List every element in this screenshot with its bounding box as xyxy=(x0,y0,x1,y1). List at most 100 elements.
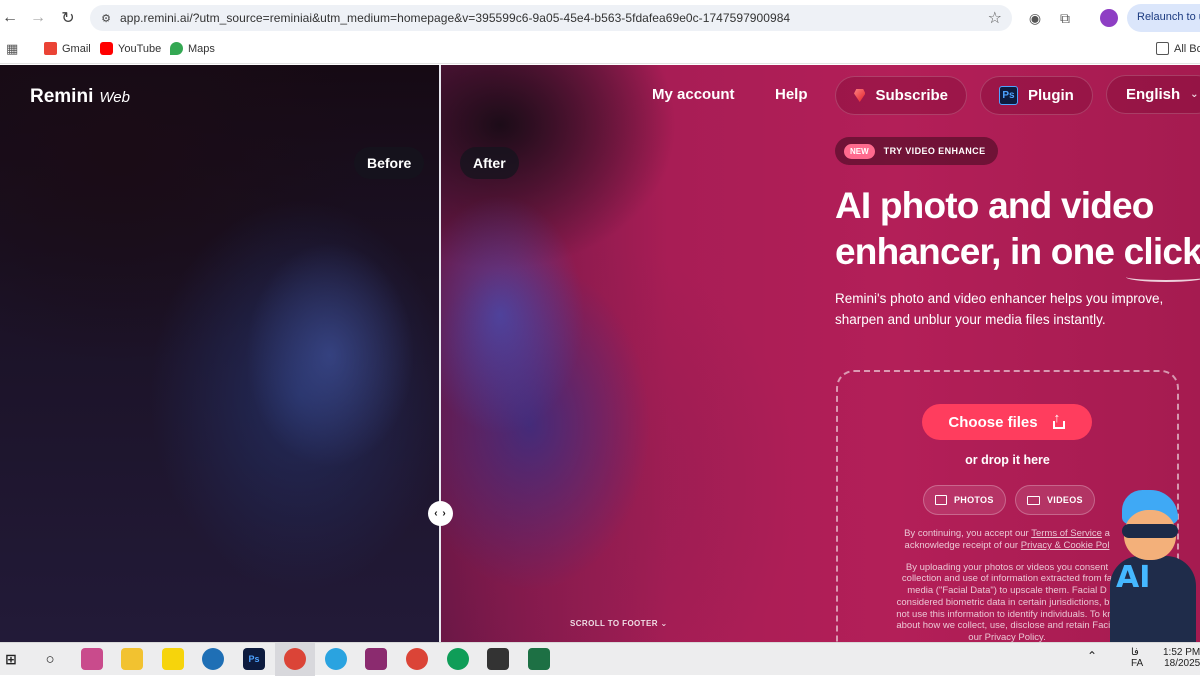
photos-button[interactable]: PHOTOS xyxy=(923,485,1006,515)
after-label: After xyxy=(460,147,519,179)
paint-icon[interactable] xyxy=(81,648,103,670)
scroll-footer-label: SCROLL TO FOOTER xyxy=(570,619,658,628)
legal-line: about how we collect, use, disclose and … xyxy=(896,620,1118,631)
videos-label: VIDEOS xyxy=(1047,495,1083,505)
forward-icon[interactable]: → xyxy=(28,8,48,28)
hero-subcopy: Remini's photo and video enhancer helps … xyxy=(835,291,1164,327)
choose-files-button[interactable]: Choose files xyxy=(922,404,1092,440)
vpn-icon[interactable] xyxy=(202,648,224,670)
gmail-icon xyxy=(44,42,57,55)
clock-time: 1:52 PM xyxy=(1163,647,1200,658)
legal-text: acknowledge receipt of our xyxy=(904,540,1021,551)
winrar-icon[interactable] xyxy=(365,648,387,670)
browser-toolbar: ← → ↻ ⚙ app.remini.ai/?utm_source=remini… xyxy=(0,0,1200,36)
scroll-to-footer-link[interactable]: SCROLL TO FOOTER ⌄ xyxy=(570,619,668,628)
legal-line: media ("Facial Data") to upscale them. F… xyxy=(907,585,1107,596)
url-text[interactable]: app.remini.ai/?utm_source=reminiai&utm_m… xyxy=(120,11,790,25)
player-icon[interactable] xyxy=(162,648,184,670)
folder-icon xyxy=(1156,42,1169,55)
chrome-icon[interactable] xyxy=(447,648,469,670)
videos-button[interactable]: VIDEOS xyxy=(1015,485,1095,515)
bookmark-label: Maps xyxy=(188,42,215,55)
remini-logo[interactable]: Remini Web xyxy=(30,86,130,108)
telegram-icon[interactable] xyxy=(325,648,347,670)
tray-chevron-up-icon[interactable]: ⌃ xyxy=(1087,649,1097,663)
legal-line: acknowledge receipt of our Privacy & Coo… xyxy=(862,540,1152,552)
legal-text: By continuing, you accept our xyxy=(904,528,1032,539)
reload-icon[interactable]: ↻ xyxy=(58,8,78,28)
photoshop-icon: Ps xyxy=(999,86,1018,105)
upload-icon xyxy=(1052,410,1066,429)
image-icon xyxy=(935,495,947,505)
bookmark-youtube[interactable]: YouTube xyxy=(100,42,161,55)
headline-line-2: enhancer, in one click xyxy=(835,231,1200,272)
bookmarks-bar: ▦ Gmail YouTube Maps All Bo xyxy=(0,36,1200,64)
camera-icon[interactable]: ◉ xyxy=(1025,8,1045,28)
youtube-icon xyxy=(100,42,113,55)
mascot-ai-text: AI xyxy=(1116,560,1151,595)
chevron-down-icon: ⌄ xyxy=(1190,89,1199,100)
video-enhance-badge[interactable]: NEW TRY VIDEO ENHANCE xyxy=(835,137,998,165)
profile-avatar[interactable] xyxy=(1100,9,1118,27)
mascot-mask xyxy=(1122,524,1178,538)
subscribe-label: Subscribe xyxy=(875,87,948,104)
headline-underline xyxy=(1126,272,1200,282)
relaunch-button[interactable]: Relaunch to up xyxy=(1127,4,1200,32)
language-glyph: فا xyxy=(1131,647,1139,658)
compare-drag-handle[interactable]: ‹ › xyxy=(428,501,453,526)
help-link[interactable]: Help xyxy=(775,86,808,103)
chrome-icon[interactable] xyxy=(406,648,428,670)
file-explorer-icon[interactable] xyxy=(121,648,143,670)
language-code: FA xyxy=(1131,658,1144,669)
compare-divider[interactable] xyxy=(439,65,441,642)
clock-date: 18/2025 xyxy=(1164,658,1200,669)
clock[interactable]: 1:52 PM 18/2025 xyxy=(1163,647,1200,669)
legal-line: By continuing, you accept our Terms of S… xyxy=(862,528,1152,540)
plugin-button[interactable]: Ps Plugin xyxy=(980,76,1093,115)
bookmark-gmail[interactable]: Gmail xyxy=(44,42,91,55)
legal-line: considered biometric data in certain jur… xyxy=(896,597,1118,608)
chrome-icon[interactable] xyxy=(284,648,306,670)
bookmark-star-icon[interactable]: ☆ xyxy=(988,8,1002,28)
drop-hint: or drop it here xyxy=(965,453,1050,467)
plugin-label: Plugin xyxy=(1028,87,1074,104)
video-camera-icon xyxy=(1027,495,1040,505)
hero-headline: AI photo and video enhancer, in one clic… xyxy=(835,183,1200,275)
bookmark-label: Gmail xyxy=(62,42,91,55)
address-bar[interactable]: ⚙ app.remini.ai/?utm_source=reminiai&utm… xyxy=(90,5,1012,31)
windows-start-icon[interactable]: ⊞ xyxy=(0,648,22,670)
apps-grid-icon[interactable]: ▦ xyxy=(6,41,18,57)
gem-icon xyxy=(854,89,866,102)
legal-line: collection and use of information extrac… xyxy=(901,573,1113,584)
legal-line: By uploading your photos or videos you c… xyxy=(905,562,1109,573)
language-label: English xyxy=(1126,86,1181,103)
site-info-icon[interactable]: ⚙ xyxy=(98,10,114,26)
legal-line: not use this information to identify ind… xyxy=(896,609,1118,620)
photoshop-taskbar-icon[interactable]: Ps xyxy=(243,648,265,670)
my-account-link[interactable]: My account xyxy=(652,86,735,103)
subscribe-button[interactable]: Subscribe xyxy=(835,76,967,115)
bookmark-label: YouTube xyxy=(118,42,162,55)
bookmark-maps[interactable]: Maps xyxy=(170,42,215,55)
remini-page: ‹ › Before After Remini Web My account H… xyxy=(0,65,1200,642)
back-icon[interactable]: ← xyxy=(0,8,20,28)
all-bookmarks-label: All Bo xyxy=(1174,42,1200,55)
search-icon[interactable]: ○ xyxy=(39,648,61,670)
maps-icon xyxy=(170,42,183,55)
new-tag: NEW xyxy=(844,143,875,159)
excel-icon[interactable] xyxy=(528,648,550,670)
photos-app-icon[interactable] xyxy=(487,648,509,670)
language-selector[interactable]: English ⌄ xyxy=(1106,75,1200,114)
extensions-icon[interactable]: ⧉ xyxy=(1055,8,1075,28)
windows-taskbar: ⊞ ○ Ps ⌃ فا FA 1:52 PM 18/2025 xyxy=(0,642,1200,676)
choose-files-label: Choose files xyxy=(948,413,1038,431)
chevron-down-icon: ⌄ xyxy=(660,619,668,628)
terms-link[interactable]: Terms of Service xyxy=(1031,528,1102,539)
ai-mascot-overlay: AI xyxy=(1110,490,1200,642)
language-indicator[interactable]: فا FA xyxy=(1131,647,1143,669)
headline-line-1: AI photo and video xyxy=(835,185,1154,226)
all-bookmarks[interactable]: All Bo xyxy=(1156,42,1200,55)
logo-brand: Remini xyxy=(30,86,94,107)
logo-sub: Web xyxy=(99,89,130,106)
privacy-link[interactable]: Privacy & Cookie Pol xyxy=(1021,540,1110,551)
